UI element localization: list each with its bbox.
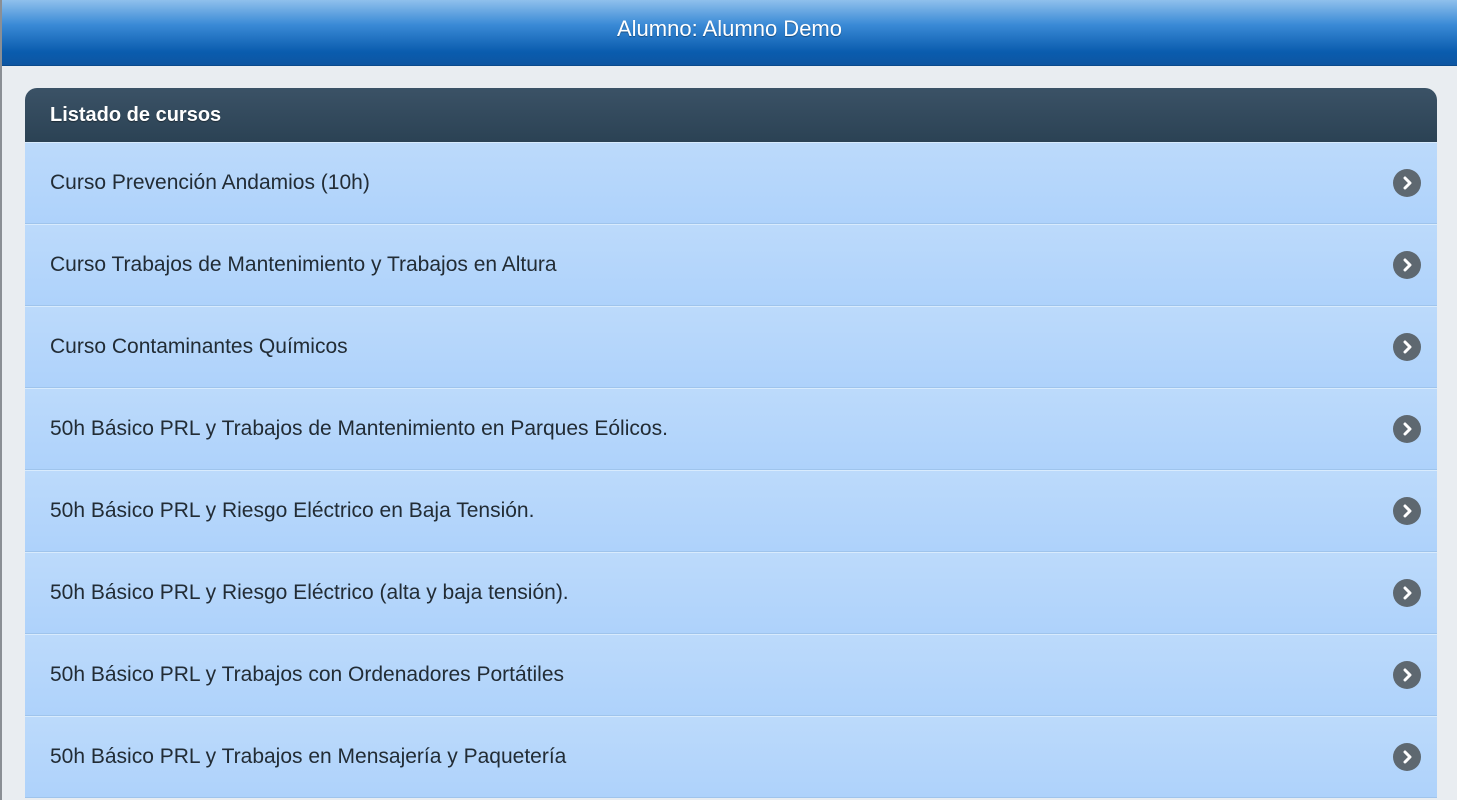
course-item-label: 50h Básico PRL y Riesgo Eléctrico en Baj… — [50, 499, 535, 522]
course-item-7[interactable]: 50h Básico PRL y Trabajos con Ordenadore… — [25, 634, 1437, 716]
chevron-right-icon[interactable] — [1393, 497, 1421, 525]
chevron-right-icon[interactable] — [1393, 169, 1421, 197]
course-item-label: 50h Básico PRL y Trabajos con Ordenadore… — [50, 663, 564, 686]
header-title: Alumno: Alumno Demo — [617, 15, 842, 41]
chevron-right-icon[interactable] — [1393, 415, 1421, 443]
course-item-2[interactable]: Curso Trabajos de Mantenimiento y Trabaj… — [25, 224, 1437, 306]
chevron-right-icon[interactable] — [1393, 661, 1421, 689]
course-list: Curso Prevención Andamios (10h) Curso Tr… — [25, 142, 1437, 798]
course-item-label: Curso Prevención Andamios (10h) — [50, 171, 370, 194]
top-header-bar: Alumno: Alumno Demo — [2, 0, 1457, 66]
course-item-1[interactable]: Curso Prevención Andamios (10h) — [25, 142, 1437, 224]
chevron-right-icon[interactable] — [1393, 579, 1421, 607]
panel-header: Listado de cursos — [25, 88, 1437, 142]
panel-title: Listado de cursos — [50, 103, 222, 126]
chevron-right-icon[interactable] — [1393, 743, 1421, 771]
course-item-5[interactable]: 50h Básico PRL y Riesgo Eléctrico en Baj… — [25, 470, 1437, 552]
chevron-right-icon[interactable] — [1393, 251, 1421, 279]
course-item-label: Curso Contaminantes Químicos — [50, 335, 348, 358]
course-item-label: 50h Básico PRL y Trabajos en Mensajería … — [50, 745, 567, 768]
chevron-right-icon[interactable] — [1393, 333, 1421, 361]
course-item-3[interactable]: Curso Contaminantes Químicos — [25, 306, 1437, 388]
course-item-4[interactable]: 50h Básico PRL y Trabajos de Mantenimien… — [25, 388, 1437, 470]
course-item-label: Curso Trabajos de Mantenimiento y Trabaj… — [50, 253, 557, 276]
app-page: Alumno: Alumno Demo Listado de cursos Cu… — [0, 0, 1457, 800]
course-item-8[interactable]: 50h Básico PRL y Trabajos en Mensajería … — [25, 716, 1437, 798]
course-list-panel: Listado de cursos Curso Prevención Andam… — [25, 88, 1437, 800]
course-item-label: 50h Básico PRL y Riesgo Eléctrico (alta … — [50, 581, 569, 604]
course-item-label: 50h Básico PRL y Trabajos de Mantenimien… — [50, 417, 668, 440]
course-item-6[interactable]: 50h Básico PRL y Riesgo Eléctrico (alta … — [25, 552, 1437, 634]
